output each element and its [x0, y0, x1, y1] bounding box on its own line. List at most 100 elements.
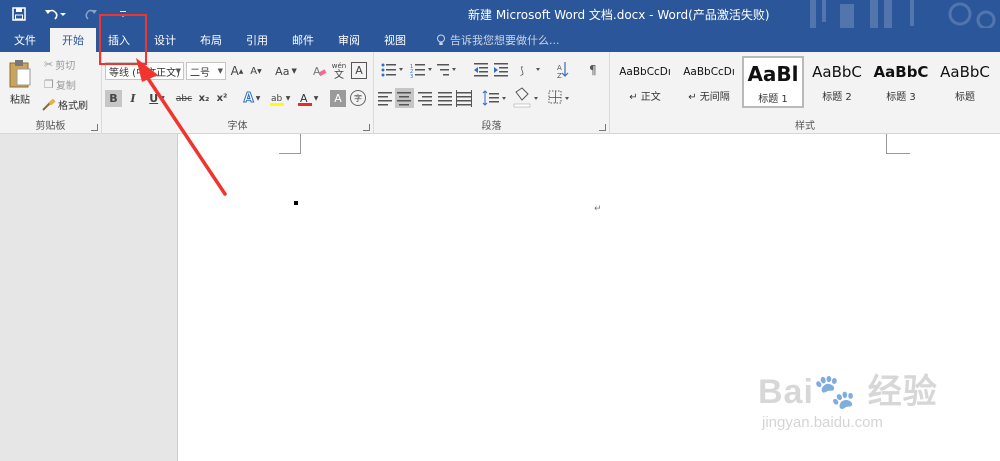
format-painter-button[interactable]: 格式刷 — [42, 96, 88, 113]
tab-references[interactable]: 引用 — [234, 28, 280, 52]
baidu-watermark: Bai🐾 经验 jingyan.baidu.com — [758, 352, 948, 442]
grow-font-icon: A — [230, 64, 239, 78]
style-heading-1-sample: AaBl — [747, 62, 799, 86]
style-heading-3-sample: AaBbC — [873, 63, 929, 81]
character-border-button[interactable]: A — [351, 62, 367, 79]
undo-icon — [45, 9, 66, 20]
paintbrush-icon — [42, 98, 56, 111]
increase-indent-button[interactable] — [492, 60, 510, 80]
highlight-color-button[interactable]: ab ▼ — [268, 90, 292, 107]
save-button[interactable] — [8, 3, 30, 25]
style-title[interactable]: AaBbC 标题 — [934, 56, 996, 108]
justify-button[interactable] — [436, 88, 454, 108]
styles-group-label: 样式 — [795, 121, 815, 132]
eraser-icon: A — [313, 65, 327, 78]
style-heading-3[interactable]: AaBbC 标题 3 — [870, 56, 932, 108]
line-spacing-button[interactable] — [481, 88, 509, 108]
margin-corner-top-right — [886, 134, 910, 154]
undo-button[interactable] — [40, 3, 70, 25]
style-heading-1[interactable]: AaBl 标题 1 — [742, 56, 804, 108]
cut-button[interactable]: ✂ 剪切 — [44, 56, 75, 73]
font-launcher[interactable] — [363, 124, 370, 131]
ribbon: 粘贴 ✂ 剪切 ❐ 复制 格式刷 剪贴板 等线 (中文正文) ▼ 二号 ▼ A ▲… — [0, 52, 1000, 134]
superscript-icon: x² — [216, 93, 228, 104]
tab-home[interactable]: 开始 — [50, 28, 96, 52]
copy-label: 复制 — [55, 81, 76, 92]
style-normal[interactable]: AaBbCcDı ↵ 正文 — [614, 56, 676, 108]
clipboard-icon — [9, 59, 31, 87]
grow-font-button[interactable]: A ▲ — [230, 62, 244, 80]
save-icon — [12, 7, 26, 21]
enclose-characters-button[interactable]: 字 — [350, 90, 366, 106]
strikethrough-button[interactable]: abc — [174, 90, 194, 107]
text-effects-button[interactable]: A ▼ — [240, 90, 264, 107]
clear-format-button[interactable]: A — [312, 62, 328, 80]
italic-icon: I — [130, 92, 136, 105]
underline-button[interactable]: U ▼ — [145, 90, 169, 107]
text-cursor — [294, 201, 298, 205]
style-heading-2[interactable]: AaBbC 标题 2 — [806, 56, 868, 108]
superscript-button[interactable]: x² — [214, 90, 230, 107]
character-border-icon: A — [355, 64, 363, 77]
style-normal-sample: AaBbCcDı — [619, 66, 671, 78]
decrease-indent-button[interactable] — [472, 60, 490, 80]
distributed-button[interactable] — [455, 88, 473, 108]
tab-file[interactable]: 文件 — [0, 28, 50, 52]
change-case-button[interactable]: Aa ▼ — [272, 62, 300, 80]
tab-mailings[interactable]: 邮件 — [280, 28, 326, 52]
align-left-button[interactable] — [376, 88, 394, 108]
style-heading-3-name: 标题 3 — [886, 92, 916, 103]
shrink-font-icon: A — [250, 65, 258, 77]
style-title-name: 标题 — [955, 92, 975, 103]
font-name-value: 等线 (中文正文) — [109, 67, 180, 79]
align-center-button[interactable] — [395, 88, 414, 108]
bullets-button[interactable] — [376, 60, 406, 80]
align-right-button[interactable] — [416, 88, 434, 108]
clipboard-launcher[interactable] — [91, 124, 98, 131]
tell-me-box[interactable]: 告诉我您想要做什么... — [424, 28, 572, 52]
show-formatting-marks-button[interactable] — [584, 60, 602, 80]
style-no-spacing[interactable]: AaBbCcDı ↵ 无间隔 — [678, 56, 740, 108]
paragraph-launcher[interactable] — [599, 124, 606, 131]
font-color-button[interactable]: A ▼ — [296, 90, 320, 107]
subscript-icon: x₂ — [198, 93, 210, 104]
strikethrough-icon: abc — [175, 93, 193, 104]
paragraph-mark: ↵ — [594, 204, 602, 214]
clipboard-group: 粘贴 ✂ 剪切 ❐ 复制 格式刷 剪贴板 — [0, 52, 102, 134]
phonetic-guide-button[interactable]: wén 文 — [330, 60, 348, 82]
text-effects-icon: A — [243, 91, 254, 107]
svg-text:A: A — [313, 65, 321, 78]
subscript-button[interactable]: x₂ — [196, 90, 212, 107]
style-heading-2-name: 标题 2 — [822, 92, 852, 103]
paragraph-group-label: 段落 — [481, 121, 502, 132]
copy-button[interactable]: ❐ 复制 — [44, 76, 76, 93]
style-normal-name: ↵ 正文 — [629, 92, 661, 103]
paste-button[interactable]: 粘贴 — [6, 56, 34, 108]
copy-icon: ❐ — [44, 78, 54, 91]
character-shading-button[interactable]: A — [330, 90, 346, 107]
bold-button[interactable]: B — [105, 90, 122, 107]
sort-button[interactable] — [554, 60, 572, 80]
borders-button[interactable] — [546, 88, 572, 108]
numbering-button[interactable] — [407, 60, 435, 80]
scissors-icon: ✂ — [44, 58, 54, 71]
tell-me-placeholder: 告诉我您想要做什么... — [450, 34, 560, 47]
font-group-label: 字体 — [227, 121, 248, 132]
clipboard-group-label: 剪贴板 — [35, 121, 66, 132]
multilevel-list-button[interactable] — [436, 60, 460, 80]
tab-view[interactable]: 视图 — [372, 28, 418, 52]
chevron-down-icon: ▼ — [175, 67, 181, 75]
paste-label: 粘贴 — [10, 94, 30, 106]
tab-layout[interactable]: 布局 — [188, 28, 234, 52]
italic-button[interactable]: I — [125, 90, 141, 107]
margin-corner-top-left — [279, 134, 301, 154]
asian-layout-button[interactable] — [517, 60, 543, 80]
shading-button[interactable] — [512, 88, 540, 108]
tab-review[interactable]: 审阅 — [326, 28, 372, 52]
shrink-font-button[interactable]: A ▼ — [249, 62, 263, 80]
font-size-combo[interactable]: 二号 ▼ — [186, 62, 226, 80]
phonetic-char: 文 — [334, 70, 344, 81]
chevron-down-icon: ▼ — [217, 67, 223, 75]
underline-icon: U — [149, 92, 159, 105]
tab-design[interactable]: 设计 — [142, 28, 188, 52]
